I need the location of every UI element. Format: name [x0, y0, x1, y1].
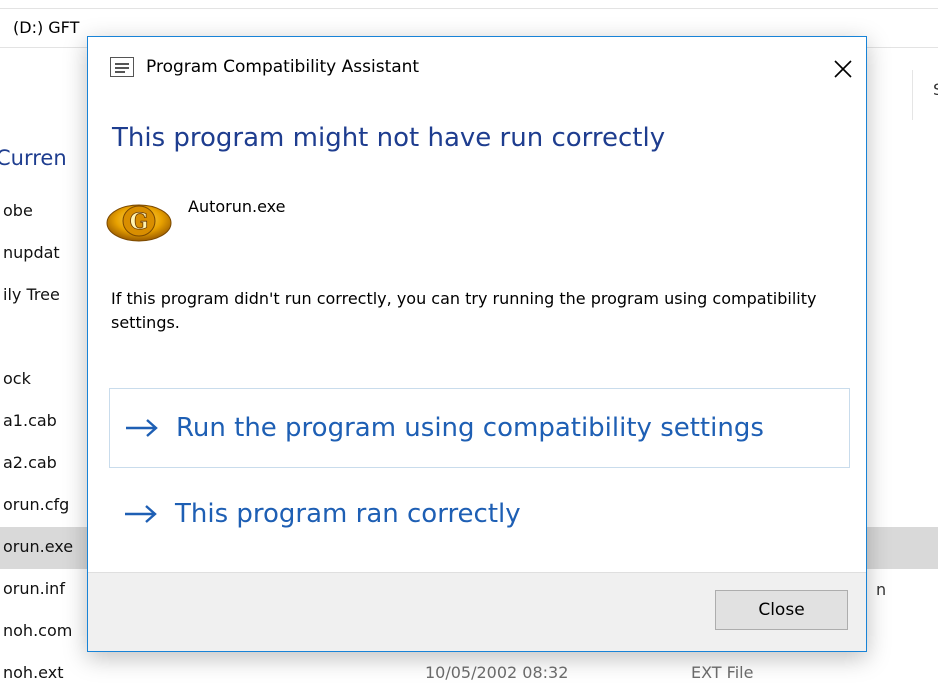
close-x-glyph	[834, 60, 852, 78]
dialog-footer: Close	[88, 572, 866, 651]
explorer-section-heading: Curren	[0, 146, 67, 170]
file-date: 10/05/2002 08:32	[425, 663, 569, 682]
dialog-description: If this program didn't run correctly, yo…	[111, 289, 817, 332]
file-name: noh.ext	[3, 663, 64, 682]
file-type: EXT File	[691, 663, 754, 682]
program-ran-correctly-link[interactable]: This program ran correctly	[109, 474, 850, 554]
compatibility-dialog: Program Compatibility Assistant This pro…	[87, 36, 867, 652]
dialog-title: Program Compatibility Assistant	[146, 57, 420, 77]
close-icon[interactable]	[820, 37, 866, 101]
explorer-divider	[0, 8, 938, 9]
file-row[interactable]: noh.ext 10/05/2002 08:32 EXT File	[0, 653, 938, 695]
file-name: ily Tree	[3, 285, 60, 304]
close-button[interactable]: Close	[715, 590, 848, 630]
file-name: orun.exe	[3, 537, 74, 556]
file-name: ock	[3, 369, 31, 388]
gft-gold-g-icon: G	[106, 204, 172, 242]
column-header-label: S	[933, 80, 938, 99]
command-link-label: Run the program using compatibility sett…	[176, 413, 764, 443]
file-name: obe	[3, 201, 33, 220]
arrow-right-icon	[125, 505, 157, 523]
command-link-label: This program ran correctly	[175, 499, 521, 529]
file-name: a2.cab	[3, 453, 57, 472]
file-name: a1.cab	[3, 411, 57, 430]
program-name: Autorun.exe	[188, 197, 286, 216]
file-name: orun.inf	[3, 579, 65, 598]
file-name: orun.cfg	[3, 495, 70, 514]
address-bar-path[interactable]: (D:) GFT	[13, 18, 79, 37]
file-name: noh.com	[3, 621, 73, 640]
main-instruction: This program might not have run correctl…	[112, 123, 666, 153]
application-window-icon	[110, 57, 134, 77]
column-header[interactable]: S	[912, 70, 938, 120]
arrow-right-icon	[126, 419, 158, 437]
dialog-titlebar[interactable]: Program Compatibility Assistant	[88, 37, 866, 101]
file-name: nupdat	[3, 243, 60, 262]
svg-text:G: G	[130, 209, 149, 235]
run-with-compatibility-settings-link[interactable]: Run the program using compatibility sett…	[109, 388, 850, 468]
file-detail-partial: n	[876, 580, 887, 599]
